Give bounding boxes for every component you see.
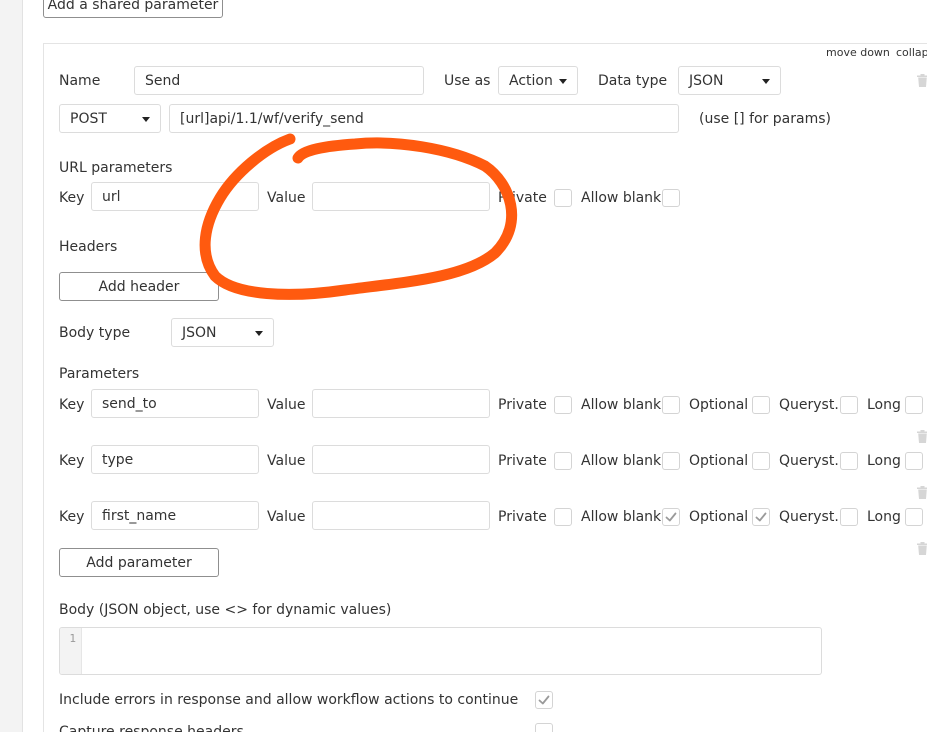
headers-heading: Headers xyxy=(59,239,118,255)
param-optional-checkbox[interactable] xyxy=(752,452,770,470)
param-long-checkbox[interactable] xyxy=(905,452,923,470)
param-private-checkbox[interactable] xyxy=(554,396,572,414)
trash-icon[interactable] xyxy=(917,542,927,555)
capture-headers-label: Capture response headers xyxy=(59,724,244,732)
param-allow-blank-checkbox[interactable] xyxy=(662,508,680,526)
url-hint: (use [] for params) xyxy=(699,111,831,127)
param-key-input[interactable]: send_to xyxy=(91,389,259,418)
url-param-allow-blank-label: Allow blank xyxy=(581,190,662,206)
use-as-value: Action xyxy=(509,72,553,89)
param-optional-label: Optional xyxy=(689,453,749,469)
line-number-gutter: 1 xyxy=(60,628,82,674)
param-value-input[interactable] xyxy=(312,389,490,418)
url-parameters-heading: URL parameters xyxy=(59,160,173,176)
param-queryst-checkbox[interactable] xyxy=(840,452,858,470)
body-type-dropdown[interactable]: JSON xyxy=(171,318,274,347)
param-queryst-checkbox[interactable] xyxy=(840,508,858,526)
param-long-checkbox[interactable] xyxy=(905,508,923,526)
url-param-key-label: Key xyxy=(59,190,85,206)
param-allow-blank-label: Allow blank xyxy=(581,509,662,525)
trash-icon[interactable] xyxy=(917,74,927,87)
include-errors-checkbox[interactable] xyxy=(535,691,553,709)
chevron-down-icon xyxy=(762,78,770,84)
data-type-dropdown[interactable]: JSON xyxy=(678,66,781,95)
param-queryst-label: Queryst. xyxy=(779,509,839,525)
capture-headers-checkbox[interactable] xyxy=(535,723,553,732)
param-optional-checkbox[interactable] xyxy=(752,508,770,526)
trash-icon[interactable] xyxy=(917,430,927,443)
use-as-dropdown[interactable]: Action xyxy=(498,66,578,95)
name-label: Name xyxy=(59,73,101,89)
add-shared-parameter-button[interactable]: Add a shared parameter xyxy=(43,0,223,18)
add-parameter-button[interactable]: Add parameter xyxy=(59,548,219,577)
body-label: Body (JSON object, use <> for dynamic va… xyxy=(59,602,392,618)
body-type-label: Body type xyxy=(59,325,131,341)
http-method-dropdown[interactable]: POST xyxy=(59,104,161,133)
include-errors-label: Include errors in response and allow wor… xyxy=(59,692,519,708)
annotation-circle xyxy=(199,133,518,300)
param-long-label: Long xyxy=(867,453,901,469)
body-json-editor[interactable]: 1 xyxy=(59,627,822,675)
param-private-label: Private xyxy=(498,397,547,413)
data-type-value: JSON xyxy=(689,72,724,89)
parameters-heading: Parameters xyxy=(59,366,140,382)
param-key-input[interactable]: type xyxy=(91,445,259,474)
param-value-label: Value xyxy=(267,453,306,469)
param-value-label: Value xyxy=(267,397,306,413)
body-type-value: JSON xyxy=(182,324,217,341)
http-method-value: POST xyxy=(70,110,107,127)
collapse-link[interactable]: collap xyxy=(896,46,927,59)
data-type-label: Data type xyxy=(598,73,668,89)
param-optional-checkbox[interactable] xyxy=(752,396,770,414)
param-key-label: Key xyxy=(59,397,85,413)
param-optional-label: Optional xyxy=(689,397,749,413)
param-value-input[interactable] xyxy=(312,501,490,530)
param-allow-blank-label: Allow blank xyxy=(581,453,662,469)
param-key-input[interactable]: first_name xyxy=(91,501,259,530)
param-private-label: Private xyxy=(498,509,547,525)
move-down-link[interactable]: move down xyxy=(826,46,890,59)
param-private-checkbox[interactable] xyxy=(554,508,572,526)
param-allow-blank-checkbox[interactable] xyxy=(662,452,680,470)
param-optional-label: Optional xyxy=(689,509,749,525)
param-value-label: Value xyxy=(267,509,306,525)
param-long-label: Long xyxy=(867,509,901,525)
param-allow-blank-checkbox[interactable] xyxy=(662,396,680,414)
param-private-checkbox[interactable] xyxy=(554,452,572,470)
param-long-checkbox[interactable] xyxy=(905,396,923,414)
param-queryst-label: Queryst. xyxy=(779,453,839,469)
param-queryst-checkbox[interactable] xyxy=(840,396,858,414)
param-key-label: Key xyxy=(59,509,85,525)
param-long-label: Long xyxy=(867,397,901,413)
param-value-input[interactable] xyxy=(312,445,490,474)
chevron-down-icon xyxy=(255,330,263,336)
param-private-label: Private xyxy=(498,453,547,469)
chevron-down-icon xyxy=(142,116,150,122)
chevron-down-icon xyxy=(559,78,567,84)
url-param-private-checkbox[interactable] xyxy=(554,189,572,207)
call-name-input[interactable]: Send xyxy=(134,66,424,95)
param-queryst-label: Queryst. xyxy=(779,397,839,413)
trash-icon[interactable] xyxy=(917,486,927,499)
param-key-label: Key xyxy=(59,453,85,469)
url-param-allow-blank-checkbox[interactable] xyxy=(662,189,680,207)
line-number: 1 xyxy=(69,632,76,645)
use-as-label: Use as xyxy=(444,73,491,89)
param-allow-blank-label: Allow blank xyxy=(581,397,662,413)
